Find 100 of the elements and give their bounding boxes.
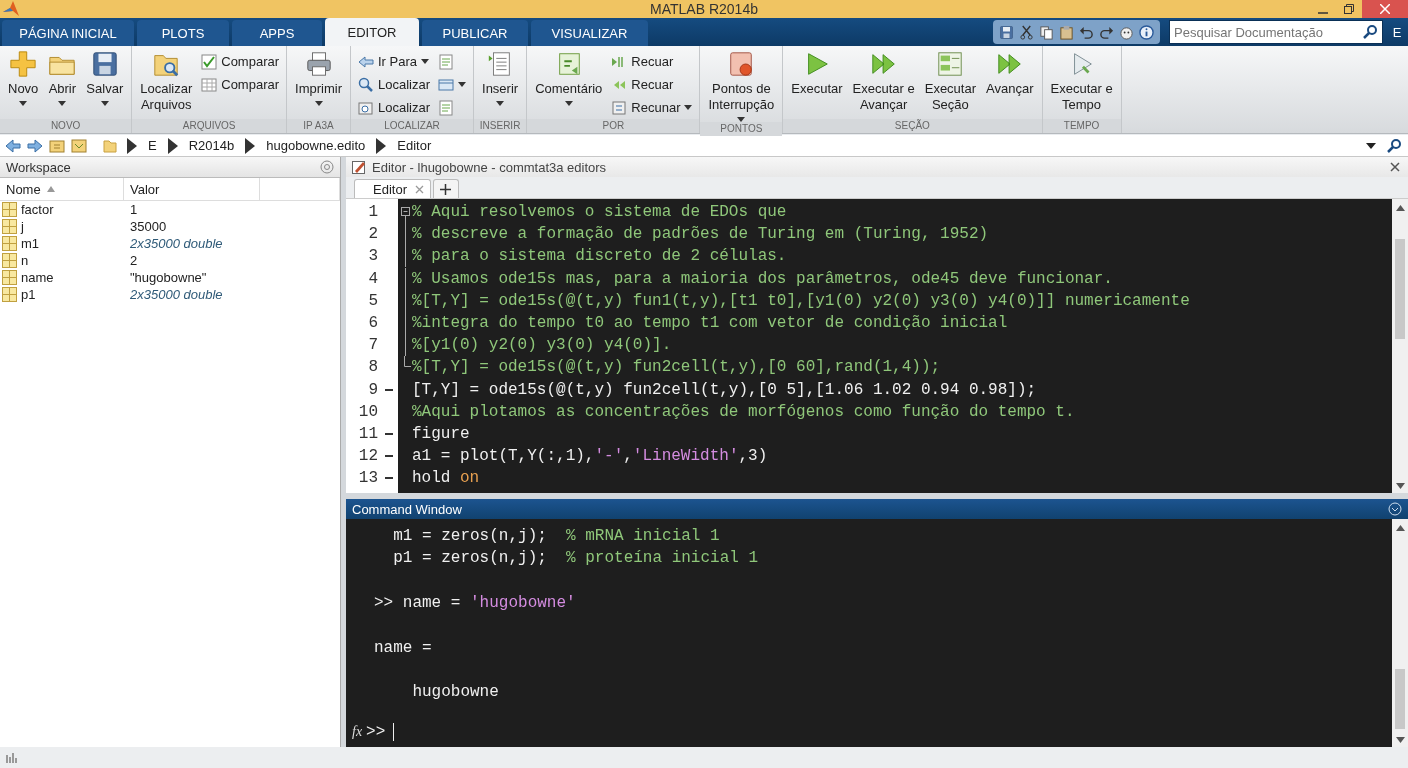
ribbon-button[interactable]: Comparar bbox=[199, 51, 282, 72]
search-field[interactable]: Pesquisar Documentação bbox=[1169, 20, 1383, 44]
variable-icon bbox=[2, 219, 17, 234]
console-line: hugobowne bbox=[411, 683, 499, 702]
variable-icon bbox=[2, 270, 17, 285]
forward-button[interactable] bbox=[26, 136, 44, 155]
path-crumb[interactable]: E bbox=[146, 138, 159, 153]
scroll-up-icon[interactable] bbox=[1395, 525, 1405, 531]
ribbon-button[interactable]: Recunar bbox=[609, 97, 695, 118]
variable-name: j bbox=[21, 219, 24, 234]
scroll-down-icon[interactable] bbox=[1395, 737, 1405, 743]
path-crumb[interactable]: hugobowne.edito bbox=[264, 138, 368, 153]
close-button[interactable] bbox=[1362, 0, 1408, 18]
paste-icon[interactable] bbox=[1059, 24, 1074, 40]
code-line: a1 = plot(T,Y(:,1),'-','LineWidth',3) bbox=[412, 447, 768, 466]
line-number: 3 bbox=[367, 247, 378, 266]
path-crumb[interactable]: R2014b bbox=[186, 138, 237, 153]
close-button[interactable] bbox=[1388, 160, 1402, 174]
console-line: p1 = zeros(n,j); % proteína inicial 1 bbox=[392, 549, 759, 568]
path-crumb[interactable]: Editor bbox=[395, 138, 434, 153]
line-number: 1 bbox=[367, 203, 378, 222]
ribbon-button[interactable]: Executar e Avançar bbox=[849, 50, 918, 119]
search-icon bbox=[1362, 24, 1378, 40]
ribbon-button[interactable]: Abrir bbox=[45, 50, 80, 119]
copy-icon[interactable] bbox=[1039, 24, 1054, 40]
variable-icon bbox=[2, 202, 17, 217]
variable-value: 2x35000 double bbox=[129, 287, 224, 302]
ribbon-button[interactable]: Executar bbox=[788, 50, 846, 119]
panel-title: Editor - lhugobowne - commtat3a editors bbox=[372, 159, 607, 175]
ribbon-button[interactable]: Pontos de Interrupção bbox=[705, 50, 778, 122]
variable-value: 2 bbox=[129, 253, 139, 268]
editor-icon bbox=[352, 160, 366, 174]
menu-button[interactable]: E bbox=[1386, 23, 1408, 41]
help-icon[interactable] bbox=[1139, 24, 1154, 40]
search-icon[interactable] bbox=[1386, 137, 1402, 154]
ribbon-button[interactable]: Localizar Arquivos bbox=[137, 50, 196, 119]
line-number: 11 bbox=[357, 424, 378, 443]
function-browser-button[interactable]: fx bbox=[352, 724, 363, 740]
ribbon-tab[interactable]: EDITOR bbox=[325, 18, 419, 46]
editor-scrollbar[interactable] bbox=[1392, 199, 1408, 493]
line-number: 10 bbox=[357, 402, 378, 421]
window-icon bbox=[438, 76, 454, 93]
ribbon-tab[interactable]: APPS bbox=[232, 20, 322, 46]
ribbon-button[interactable]: Comentário bbox=[532, 50, 606, 119]
ribbon-button[interactable]: Inserir bbox=[479, 50, 522, 119]
browse-folder-button[interactable] bbox=[70, 136, 88, 155]
ribbon-button[interactable]: Recuar bbox=[609, 51, 695, 72]
ribbon-tab[interactable]: PLOTS bbox=[137, 20, 229, 46]
redo-icon[interactable] bbox=[1099, 24, 1114, 40]
ribbon-button[interactable]: Imprimir bbox=[292, 50, 345, 119]
ribbon-button[interactable]: Executar e Tempo bbox=[1047, 50, 1116, 119]
variable-icon bbox=[2, 236, 17, 251]
console-line: m1 = zeros(n,j); % mRNA inicial 1 bbox=[392, 527, 720, 546]
code-line: hold on bbox=[412, 469, 480, 488]
variable-name: n bbox=[21, 253, 29, 268]
status-icon bbox=[6, 752, 20, 764]
editor-tab[interactable]: Editor bbox=[354, 179, 431, 198]
variable-value: 35000 bbox=[129, 219, 168, 234]
ribbon-button[interactable]: Novo bbox=[5, 50, 42, 119]
ribbon-button[interactable]: Localizar bbox=[356, 97, 432, 118]
ribbon-button[interactable]: Localizar bbox=[356, 74, 432, 95]
ribbon-button[interactable]: Comparar bbox=[199, 74, 282, 95]
line-number: 5 bbox=[367, 291, 378, 310]
code-line: [T,Y] = ode15s(@(t,y) fun2cell(t,y),[0 5],[1.06 1.02 0.94 0.98]); bbox=[412, 380, 1037, 399]
undo-icon[interactable] bbox=[1079, 24, 1094, 40]
ribbon-tab[interactable]: PÁGINA INICIAL bbox=[2, 20, 134, 46]
variable-name: m1 bbox=[21, 236, 40, 251]
scrollbar-thumb[interactable] bbox=[1395, 669, 1405, 729]
console-scrollbar[interactable] bbox=[1392, 519, 1408, 747]
cut-icon[interactable] bbox=[1019, 24, 1034, 40]
group-label: POR bbox=[602, 119, 625, 133]
group-label: PONTOS bbox=[720, 122, 763, 136]
code-line: % para o sistema discreto de 2 células. bbox=[412, 247, 787, 266]
document-icon bbox=[438, 99, 454, 116]
variable-name: p1 bbox=[21, 287, 36, 302]
variable-icon bbox=[2, 253, 17, 268]
ribbon-tab[interactable]: PUBLICAR bbox=[422, 20, 528, 46]
variable-value: 2x35000 double bbox=[129, 236, 224, 251]
variable-icon bbox=[2, 287, 17, 302]
ribbon-button[interactable]: Avançar bbox=[983, 50, 1037, 119]
ribbon-tab[interactable]: VISUALIZAR bbox=[531, 20, 648, 46]
ribbon-button[interactable]: Salvar bbox=[83, 50, 127, 119]
scrollbar-thumb[interactable] bbox=[1395, 239, 1405, 339]
new-tab-button[interactable] bbox=[432, 179, 459, 198]
code-line: %[T,Y] = ode15s(@(t,y) fun1(t,y),[t1 t0],[y1(0) y2(0) y3(0) y4(0)]] numericamente bbox=[412, 291, 1190, 310]
code-line: % descreve a formação de padrões de Turing em (Turing, 1952) bbox=[412, 225, 989, 244]
group-label: NOVO bbox=[50, 119, 81, 133]
scroll-up-icon[interactable] bbox=[1395, 205, 1405, 211]
panel-title: Workspace bbox=[6, 159, 71, 175]
scroll-down-icon[interactable] bbox=[1395, 483, 1405, 489]
variable-name: name bbox=[21, 270, 54, 285]
back-button[interactable] bbox=[4, 136, 22, 155]
dropdown-icon[interactable] bbox=[1366, 142, 1376, 149]
close-icon[interactable] bbox=[414, 184, 424, 194]
line-number: 2 bbox=[367, 225, 378, 244]
ribbon-button[interactable]: Recuar bbox=[609, 74, 695, 95]
group-label: TEMPO bbox=[1063, 119, 1100, 133]
ribbon-button[interactable]: Ir Para bbox=[356, 51, 432, 72]
code-line: figure bbox=[412, 424, 470, 443]
ribbon-button[interactable]: Executar Seção bbox=[921, 50, 980, 119]
